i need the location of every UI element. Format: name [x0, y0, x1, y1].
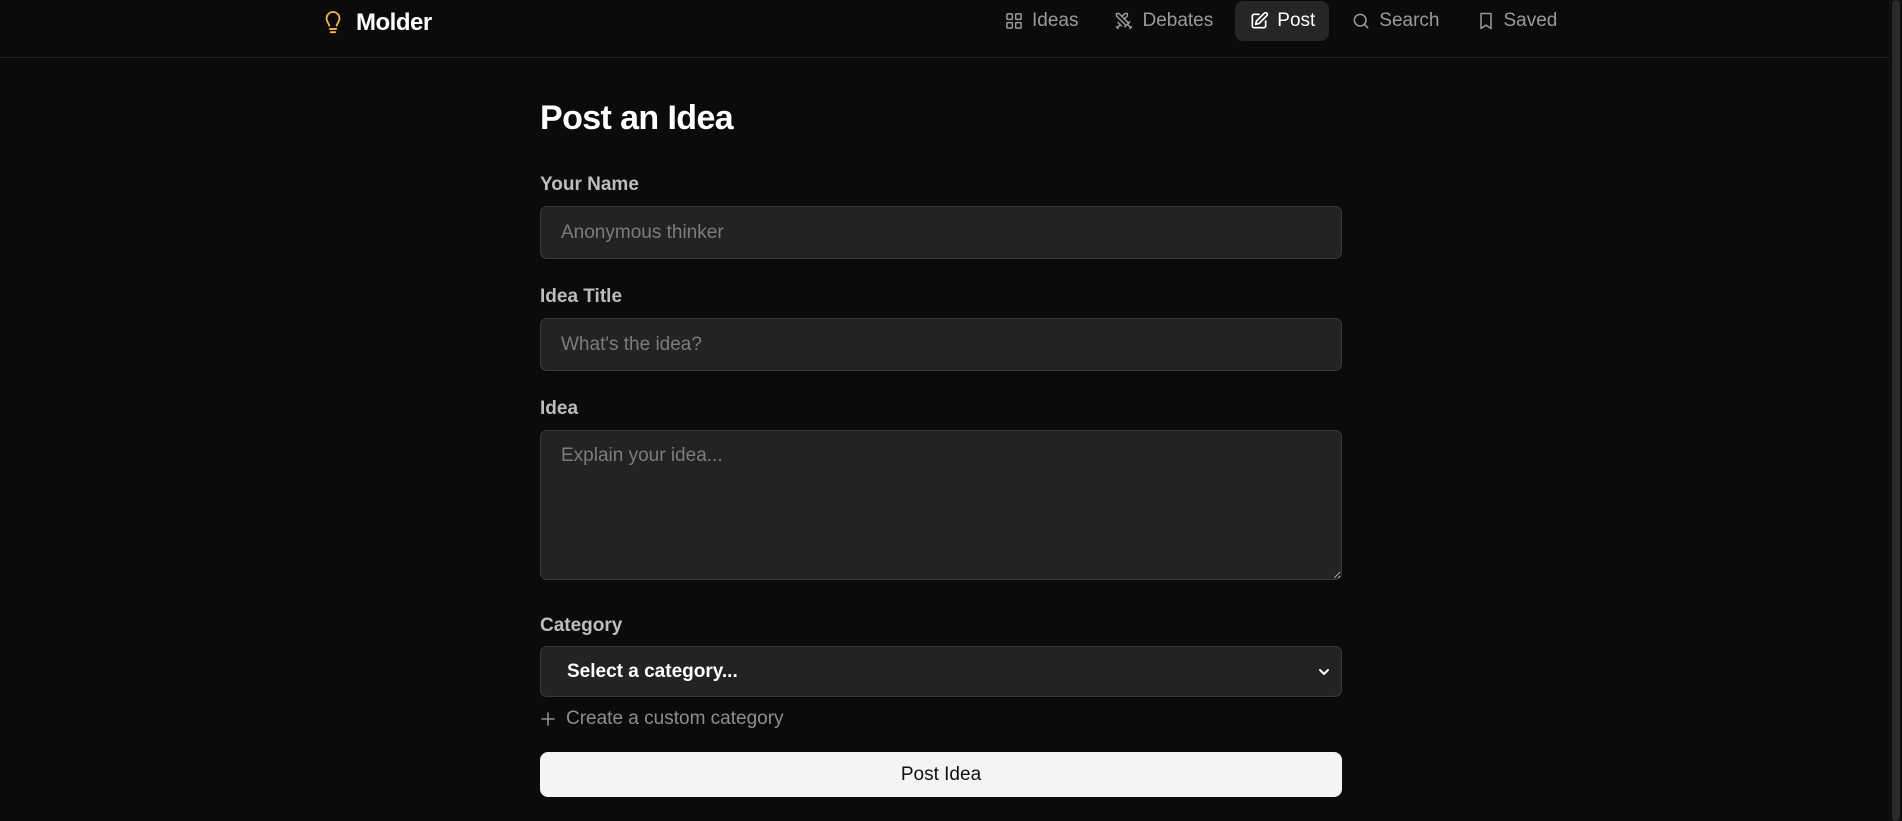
main-nav: Ideas Debates Post Search Saved — [990, 1, 1571, 41]
nav-item-label: Search — [1379, 10, 1440, 31]
page-scrollbar[interactable] — [1889, 0, 1902, 821]
nav-item-debates[interactable]: Debates — [1100, 1, 1227, 41]
edit-icon — [1251, 11, 1269, 29]
brand-name: Molder — [356, 9, 432, 36]
post-idea-form: Post an Idea Your Name Idea Title Idea C… — [540, 96, 1342, 797]
category-label: Category — [540, 615, 623, 636]
bookmark-icon — [1479, 12, 1492, 30]
name-label: Your Name — [540, 174, 639, 195]
idea-label: Idea — [540, 398, 579, 419]
nav-item-post[interactable]: Post — [1235, 1, 1330, 41]
nav-item-ideas[interactable]: Ideas — [990, 1, 1092, 41]
nav-item-saved[interactable]: Saved — [1462, 1, 1572, 41]
chevron-down-icon — [1319, 669, 1329, 675]
plus-icon — [541, 712, 555, 726]
scrollbar-thumb[interactable] — [1892, 0, 1900, 821]
top-header: Molder Ideas Debates Post Search Saved — [0, 0, 1890, 58]
lightbulb-icon — [325, 11, 341, 34]
swords-icon — [1116, 12, 1133, 30]
grid-icon — [1006, 13, 1022, 29]
search-icon — [1353, 13, 1369, 29]
idea-textarea[interactable] — [540, 430, 1342, 580]
app-viewport: Molder Ideas Debates Post Search Saved P… — [0, 0, 1902, 821]
category-select[interactable]: Select a category... — [540, 646, 1342, 697]
idea-title-input[interactable] — [540, 318, 1342, 371]
brand[interactable]: Molder — [322, 8, 432, 38]
nav-item-label: Post — [1277, 10, 1316, 31]
nav-item-search[interactable]: Search — [1337, 1, 1453, 41]
nav-item-label: Saved — [1503, 10, 1558, 31]
name-input[interactable] — [540, 206, 1342, 259]
category-select-value: Select a category... — [540, 646, 1342, 697]
nav-item-label: Debates — [1142, 10, 1214, 31]
create-custom-category-button[interactable]: Create a custom category — [540, 708, 1342, 730]
create-custom-category-label: Create a custom category — [566, 708, 784, 729]
nav-item-label: Ideas — [1032, 10, 1079, 31]
idea-title-label: Idea Title — [540, 286, 623, 307]
page-title: Post an Idea — [540, 99, 734, 137]
post-idea-button[interactable]: Post Idea — [540, 752, 1342, 797]
